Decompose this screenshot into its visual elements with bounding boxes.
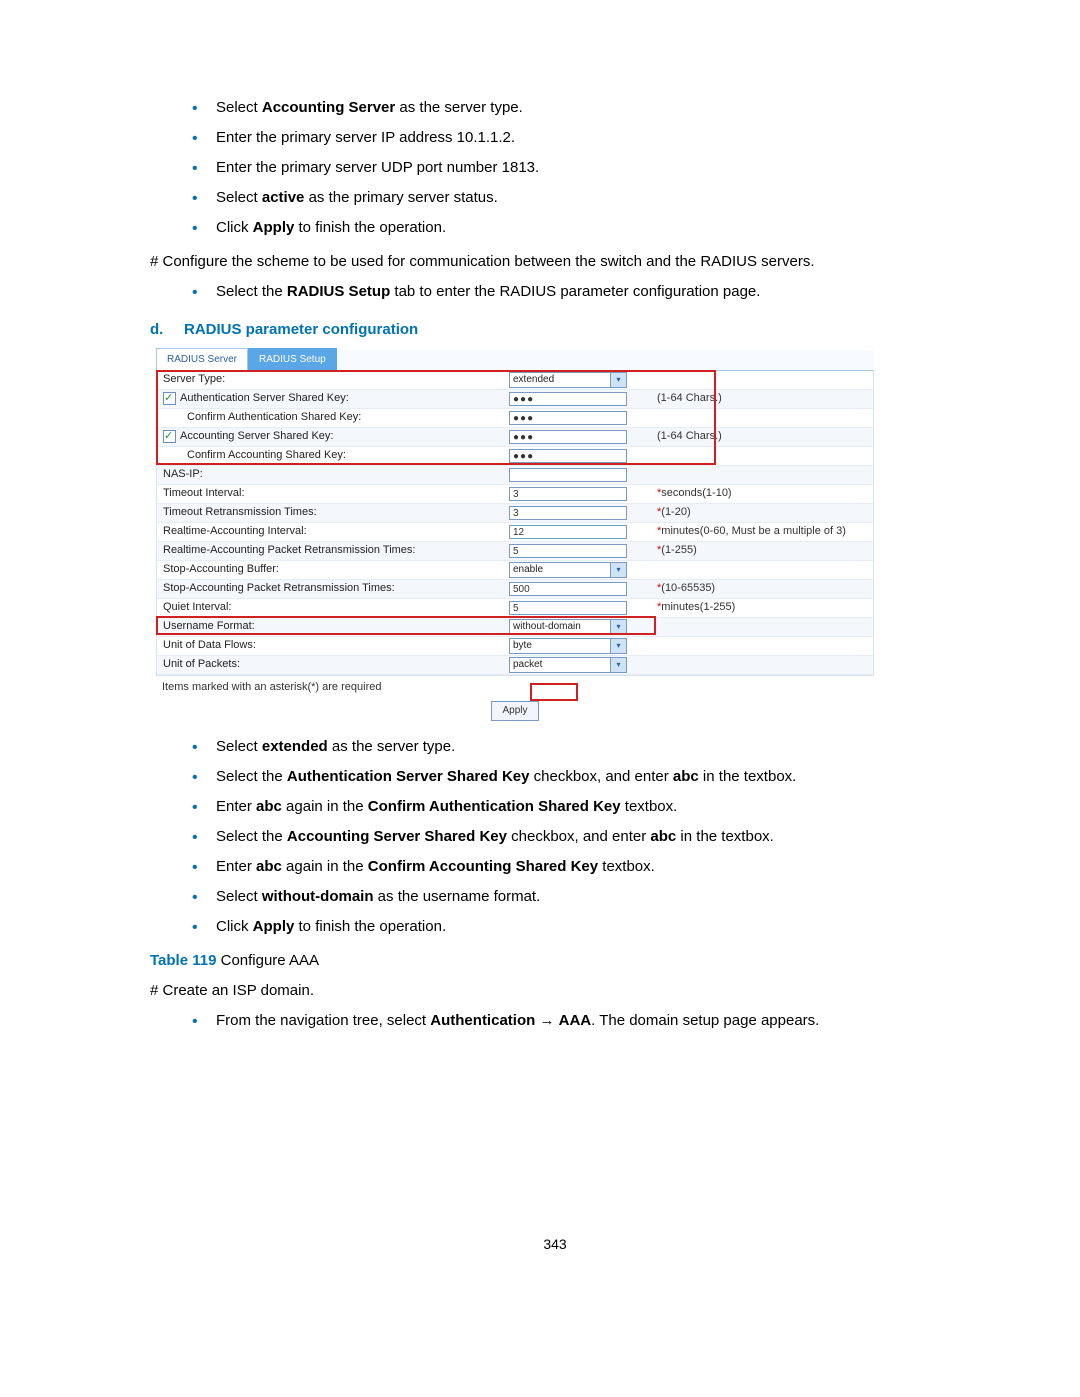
bullet-list-bottom: Select extended as the server type. Selec… (192, 735, 960, 939)
input-stopret[interactable]: 500 (509, 582, 627, 596)
bullet-list-mid: Select the RADIUS Setup tab to enter the… (192, 280, 960, 304)
bullet-item: Select active as the primary server stat… (192, 186, 960, 210)
tab-radius-server[interactable]: RADIUS Server (156, 348, 248, 370)
bullet-item: Enter abc again in the Confirm Accountin… (192, 855, 960, 879)
input-retrans[interactable]: 3 (509, 506, 627, 520)
page-number: 343 (150, 1233, 960, 1255)
hint-stopret: *(10-65535) (651, 580, 873, 598)
bullet-item: Select the Accounting Server Shared Key … (192, 825, 960, 849)
bullet-item: Select Accounting Server as the server t… (192, 96, 960, 120)
paragraph-hash-1: # Configure the scheme to be used for co… (150, 250, 960, 274)
bullet-item: Select the RADIUS Setup tab to enter the… (192, 280, 960, 304)
bullet-item: Select the Authentication Server Shared … (192, 765, 960, 789)
table-caption: Table 119 Configure AAA (150, 949, 960, 973)
input-conf-acct-key[interactable]: ●●● (509, 449, 627, 463)
chevron-down-icon: ▾ (610, 639, 626, 653)
input-conf-auth-key[interactable]: ●●● (509, 411, 627, 425)
label-unitdata: Unit of Data Flows: (157, 637, 509, 655)
chevron-down-icon: ▾ (610, 563, 626, 577)
input-timeout[interactable]: 3 (509, 487, 627, 501)
hint-timeout: *seconds(1-10) (651, 485, 873, 503)
bullet-item: Enter the primary server UDP port number… (192, 156, 960, 180)
label-realret: Realtime-Accounting Packet Retransmissio… (157, 542, 509, 560)
radius-setup-screenshot: RADIUS Server RADIUS Setup Server Type: … (156, 350, 874, 721)
select-unitdata[interactable]: byte▾ (509, 638, 627, 654)
label-acct-key: Accounting Server Shared Key: (157, 428, 509, 446)
hint-retrans: *(1-20) (651, 504, 873, 522)
bullet-list-last: From the navigation tree, select Authent… (192, 1009, 960, 1033)
chevron-down-icon: ▾ (610, 620, 626, 634)
input-acct-key[interactable]: ●●● (509, 430, 627, 444)
hint-realret: *(1-255) (651, 542, 873, 560)
label-stopret: Stop-Accounting Packet Retransmission Ti… (157, 580, 509, 598)
settings-grid: Server Type: extended▾ Authentication Se… (156, 371, 874, 676)
label-server-type: Server Type: (157, 371, 509, 389)
label-timeout: Timeout Interval: (157, 485, 509, 503)
chevron-down-icon: ▾ (610, 658, 626, 672)
bullet-list-top: Select Accounting Server as the server t… (192, 96, 960, 240)
label-conf-acct-key: Confirm Accounting Shared Key: (157, 447, 509, 465)
label-stopbuf: Stop-Accounting Buffer: (157, 561, 509, 579)
checkbox-acct-key[interactable] (163, 430, 176, 443)
label-userfmt: Username Format: (157, 618, 509, 636)
footnote-required: Items marked with an asterisk(*) are req… (156, 676, 874, 697)
bullet-item: Enter the primary server IP address 10.1… (192, 126, 960, 150)
bullet-item: Enter abc again in the Confirm Authentic… (192, 795, 960, 819)
input-auth-key[interactable]: ●●● (509, 392, 627, 406)
chevron-down-icon: ▾ (610, 373, 626, 387)
input-realret[interactable]: 5 (509, 544, 627, 558)
tab-radius-setup[interactable]: RADIUS Setup (248, 348, 337, 370)
input-quiet[interactable]: 5 (509, 601, 627, 615)
label-quiet: Quiet Interval: (157, 599, 509, 617)
select-stopbuf[interactable]: enable▾ (509, 562, 627, 578)
select-server-type[interactable]: extended▾ (509, 372, 627, 388)
label-realint: Realtime-Accounting Interval: (157, 523, 509, 541)
input-nas-ip[interactable] (509, 468, 627, 482)
paragraph-hash-2: # Create an ISP domain. (150, 979, 960, 1003)
label-nas-ip: NAS-IP: (157, 466, 509, 484)
apply-button[interactable]: Apply (491, 701, 538, 721)
bullet-item: Select extended as the server type. (192, 735, 960, 759)
select-userfmt[interactable]: without-domain▾ (509, 619, 627, 635)
hint-quiet: *minutes(1-255) (651, 599, 873, 617)
bullet-item: Click Apply to finish the operation. (192, 915, 960, 939)
hint-realint: *minutes(0-60, Must be a multiple of 3) (651, 523, 873, 541)
label-conf-auth-key: Confirm Authentication Shared Key: (157, 409, 509, 427)
select-unitpkt[interactable]: packet▾ (509, 657, 627, 673)
bullet-item: Click Apply to finish the operation. (192, 216, 960, 240)
section-heading-d: d.RADIUS parameter configuration (150, 318, 960, 342)
label-retrans: Timeout Retransmission Times: (157, 504, 509, 522)
label-unitpkt: Unit of Packets: (157, 656, 509, 674)
bullet-item: From the navigation tree, select Authent… (192, 1009, 960, 1033)
checkbox-auth-key[interactable] (163, 392, 176, 405)
tab-bar: RADIUS Server RADIUS Setup (156, 350, 874, 371)
bullet-item: Select without-domain as the username fo… (192, 885, 960, 909)
hint-acct-key: (1-64 Chars.) (651, 428, 873, 446)
label-auth-key: Authentication Server Shared Key: (157, 390, 509, 408)
hint-auth-key: (1-64 Chars.) (651, 390, 873, 408)
input-realint[interactable]: 12 (509, 525, 627, 539)
